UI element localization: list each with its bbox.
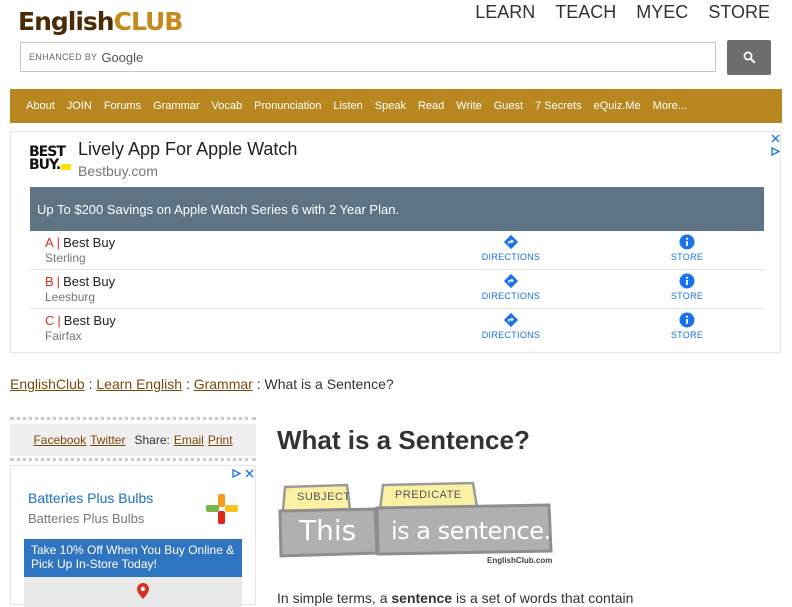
adchoices-icon[interactable] bbox=[232, 469, 241, 478]
store-button[interactable]: STORE bbox=[647, 273, 727, 301]
predicate-text: is a sentence. bbox=[391, 517, 551, 545]
directions-button[interactable]: DIRECTIONS bbox=[471, 312, 551, 340]
nav-pronunciation[interactable]: Pronunciation bbox=[254, 100, 321, 112]
search-input[interactable]: ENHANCED BY Google bbox=[20, 42, 716, 72]
directions-button[interactable]: DIRECTIONS bbox=[471, 273, 551, 301]
predicate-label: PREDICATE bbox=[395, 489, 462, 501]
subject-label: SUBJECT bbox=[297, 491, 351, 503]
ad-map[interactable] bbox=[24, 577, 242, 607]
diagram-credit: EnglishClub.com bbox=[487, 556, 553, 565]
share-print-link[interactable]: Print bbox=[208, 433, 233, 447]
directions-icon bbox=[503, 234, 519, 250]
directions-icon bbox=[503, 312, 519, 328]
batteries-plus-ad[interactable]: Batteries Plus Bulbs Batteries Plus Bulb… bbox=[10, 465, 256, 607]
nav-guest[interactable]: Guest bbox=[494, 100, 523, 112]
sentence-diagram: SUBJECT PREDICATE This is a sentence. En… bbox=[277, 481, 553, 576]
page-title: What is a Sentence? bbox=[277, 425, 530, 455]
store-button[interactable]: STORE bbox=[647, 234, 727, 262]
search-button[interactable] bbox=[727, 40, 771, 75]
search-icon bbox=[743, 51, 756, 64]
location-row[interactable]: B | Best Buy Leesburg DIRECTIONS STORE bbox=[30, 270, 764, 309]
nav-equiz[interactable]: eQuiz.Me bbox=[594, 100, 641, 112]
intro-paragraph: In simple terms, a sentence is a set of … bbox=[277, 590, 634, 606]
topnav-myec[interactable]: MYEC bbox=[636, 2, 688, 23]
main-nav: About JOIN Forums Grammar Vocab Pronunci… bbox=[10, 89, 782, 123]
directions-button[interactable]: DIRECTIONS bbox=[471, 234, 551, 262]
map-pin-icon bbox=[137, 583, 149, 599]
share-facebook-link[interactable]: Facebook bbox=[33, 433, 86, 447]
divider bbox=[10, 458, 256, 461]
best-buy-tag-icon bbox=[61, 164, 71, 170]
share-twitter-link[interactable]: Twitter bbox=[90, 433, 125, 447]
nav-vocab[interactable]: Vocab bbox=[212, 100, 243, 112]
breadcrumb-englishclub[interactable]: EnglishClub bbox=[10, 376, 85, 392]
best-buy-ad[interactable]: BEST BUY. Lively App For Apple Watch Bes… bbox=[10, 131, 781, 353]
breadcrumb-current: What is a Sentence? bbox=[264, 376, 394, 392]
ad-subtitle[interactable]: Batteries Plus Bulbs bbox=[28, 511, 144, 526]
ad-title[interactable]: Lively App For Apple Watch bbox=[78, 139, 297, 160]
enhanced-by-label: ENHANCED BY bbox=[29, 52, 98, 62]
englishclub-logo[interactable]: English CLUB bbox=[18, 0, 183, 36]
ad-subtitle[interactable]: Bestbuy.com bbox=[78, 163, 158, 179]
topnav-store[interactable]: STORE bbox=[708, 2, 770, 23]
adchoices-icon[interactable] bbox=[771, 147, 780, 156]
directions-icon bbox=[503, 273, 519, 289]
ad-close-icon[interactable] bbox=[771, 134, 780, 143]
breadcrumb: EnglishClub : Learn English : Grammar : … bbox=[10, 376, 394, 392]
location-row[interactable]: C | Best Buy Fairfax DIRECTIONS STORE bbox=[30, 309, 764, 348]
nav-join[interactable]: JOIN bbox=[67, 100, 92, 112]
breadcrumb-learn-english[interactable]: Learn English bbox=[96, 376, 182, 392]
nav-write[interactable]: Write bbox=[456, 100, 481, 112]
ad-close-icon[interactable] bbox=[245, 469, 254, 478]
batteries-plus-logo-icon bbox=[206, 494, 238, 524]
nav-read[interactable]: Read bbox=[418, 100, 444, 112]
share-email-link[interactable]: Email bbox=[174, 433, 204, 447]
nav-grammar[interactable]: Grammar bbox=[153, 100, 199, 112]
subject-text: This bbox=[299, 514, 357, 547]
nav-speak[interactable]: Speak bbox=[375, 100, 406, 112]
google-label: Google bbox=[101, 49, 144, 65]
breadcrumb-grammar[interactable]: Grammar bbox=[194, 376, 253, 392]
info-icon bbox=[679, 234, 695, 250]
nav-7-secrets[interactable]: 7 Secrets bbox=[535, 100, 581, 112]
topnav-teach[interactable]: TEACH bbox=[555, 2, 616, 23]
info-icon bbox=[679, 273, 695, 289]
nav-more[interactable]: More... bbox=[653, 100, 687, 112]
share-bar: Facebook Twitter Share: Email Print bbox=[10, 424, 256, 456]
ad-promo-banner[interactable]: Take 10% Off When You Buy Online & Pick … bbox=[24, 539, 242, 577]
location-row[interactable]: A | Best Buy Sterling DIRECTIONS STORE bbox=[30, 231, 764, 270]
info-icon bbox=[679, 312, 695, 328]
ad-title[interactable]: Batteries Plus Bulbs bbox=[28, 490, 153, 506]
topnav-learn[interactable]: LEARN bbox=[475, 2, 535, 23]
store-button[interactable]: STORE bbox=[647, 312, 727, 340]
nav-forums[interactable]: Forums bbox=[104, 100, 141, 112]
ad-promo-banner[interactable]: Up To $200 Savings on Apple Watch Series… bbox=[30, 187, 764, 231]
top-nav: LEARN TEACH MYEC STORE bbox=[475, 2, 770, 23]
divider bbox=[10, 417, 256, 420]
nav-about[interactable]: About bbox=[26, 100, 55, 112]
share-label: Share: bbox=[134, 433, 170, 447]
nav-listen[interactable]: Listen bbox=[333, 100, 362, 112]
